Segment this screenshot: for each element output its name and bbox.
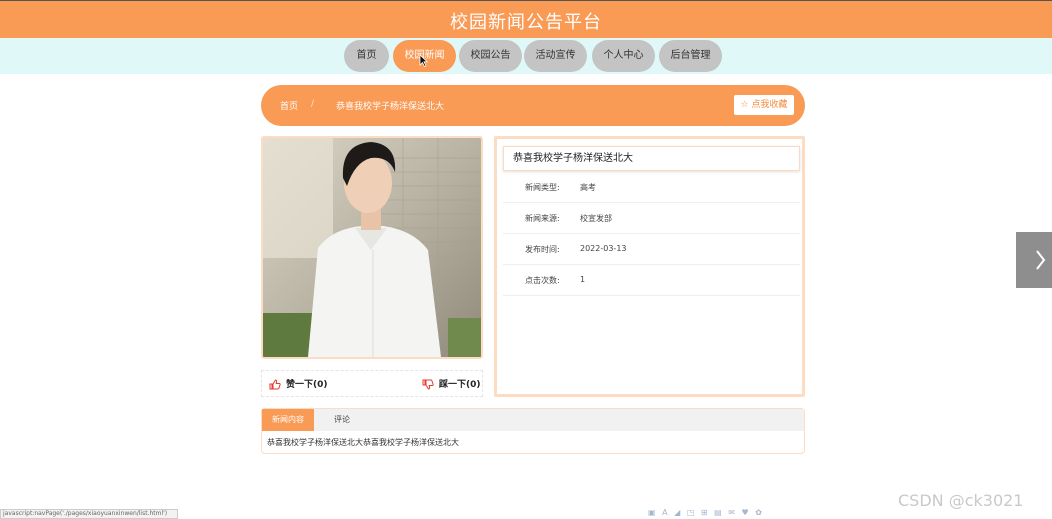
info-row-type: 新闻类型: 高考 (503, 172, 800, 203)
status-bar-url: javascript:navPage('./pages/xiaoyuanxinw… (0, 509, 178, 519)
thumbs-down-icon (422, 379, 434, 390)
info-row-date: 发布时间: 2022-03-13 (503, 234, 800, 265)
news-content-text: 恭喜我校学子杨洋保送北大恭喜我校学子杨洋保送北大 (267, 438, 459, 447)
field-label: 点击次数: (525, 276, 560, 285)
breadcrumb-current: 恭喜我校学子杨洋保送北大 (336, 102, 445, 112)
thumbs-up-icon (269, 379, 281, 390)
nav-activity[interactable]: 活动宣传 (524, 40, 587, 72)
nav-campus-notice[interactable]: 校园公告 (459, 40, 522, 72)
nav-home[interactable]: 首页 (344, 40, 389, 72)
tab-comments[interactable]: 评论 (322, 409, 362, 431)
news-info-panel: 恭喜我校学子杨洋保送北大 新闻类型: 高考 新闻来源: 校宣发部 发布时间: 2… (494, 136, 805, 397)
field-label: 新闻类型: (525, 183, 560, 192)
field-value: 1 (580, 275, 586, 284)
nav-personal-center[interactable]: 个人中心 (592, 40, 655, 72)
info-row-source: 新闻来源: 校宣发部 (503, 203, 800, 234)
field-value: 高考 (580, 183, 596, 192)
field-label: 新闻来源: (525, 214, 560, 223)
page: { "header": { "title": "校园新闻公告平台" }, "na… (0, 0, 1052, 519)
mouse-cursor-icon (419, 54, 428, 67)
info-row-clicks: 点击次数: 1 (503, 265, 800, 296)
tab-news-content[interactable]: 新闻内容 (262, 409, 314, 431)
nav-bar: 首页 校园新闻 校园公告 活动宣传 个人中心 后台管理 (0, 38, 1052, 74)
dislike-button[interactable]: 踩一下(0) (422, 377, 481, 390)
site-title: 校园新闻公告平台 (450, 12, 602, 33)
dislike-label: 踩一下(0) (439, 380, 481, 390)
breadcrumb-home[interactable]: 首页 (280, 99, 298, 112)
news-title: 恭喜我校学子杨洋保送北大 (503, 146, 800, 171)
news-photo (261, 136, 483, 359)
like-label: 赞一下(0) (286, 380, 328, 390)
watermark: CSDN @ck3021 (898, 491, 1024, 510)
favorite-button[interactable]: ☆ 点我收藏 (734, 95, 794, 115)
header-bar: 校园新闻公告平台 (0, 0, 1052, 38)
floating-toolbar[interactable]: ▣ A ◢ ◳ ⊞ ▤ ✉ ♥ ✿ (648, 508, 764, 517)
field-label: 发布时间: (525, 245, 560, 254)
field-value: 校宣发部 (580, 214, 612, 223)
field-value: 2022-03-13 (580, 244, 627, 253)
content-tabs: 新闻内容 评论 恭喜我校学子杨洋保送北大恭喜我校学子杨洋保送北大 (261, 408, 805, 454)
chevron-right-icon (1036, 250, 1046, 270)
portrait-image (263, 138, 481, 357)
vote-bar: 赞一下(0) 踩一下(0) (261, 370, 483, 397)
nav-admin[interactable]: 后台管理 (659, 40, 722, 72)
breadcrumb: 首页 / 恭喜我校学子杨洋保送北大 ☆ 点我收藏 (261, 85, 805, 126)
next-arrow-button[interactable] (1016, 232, 1052, 288)
like-button[interactable]: 赞一下(0) (269, 377, 328, 390)
breadcrumb-separator: / (311, 99, 315, 109)
